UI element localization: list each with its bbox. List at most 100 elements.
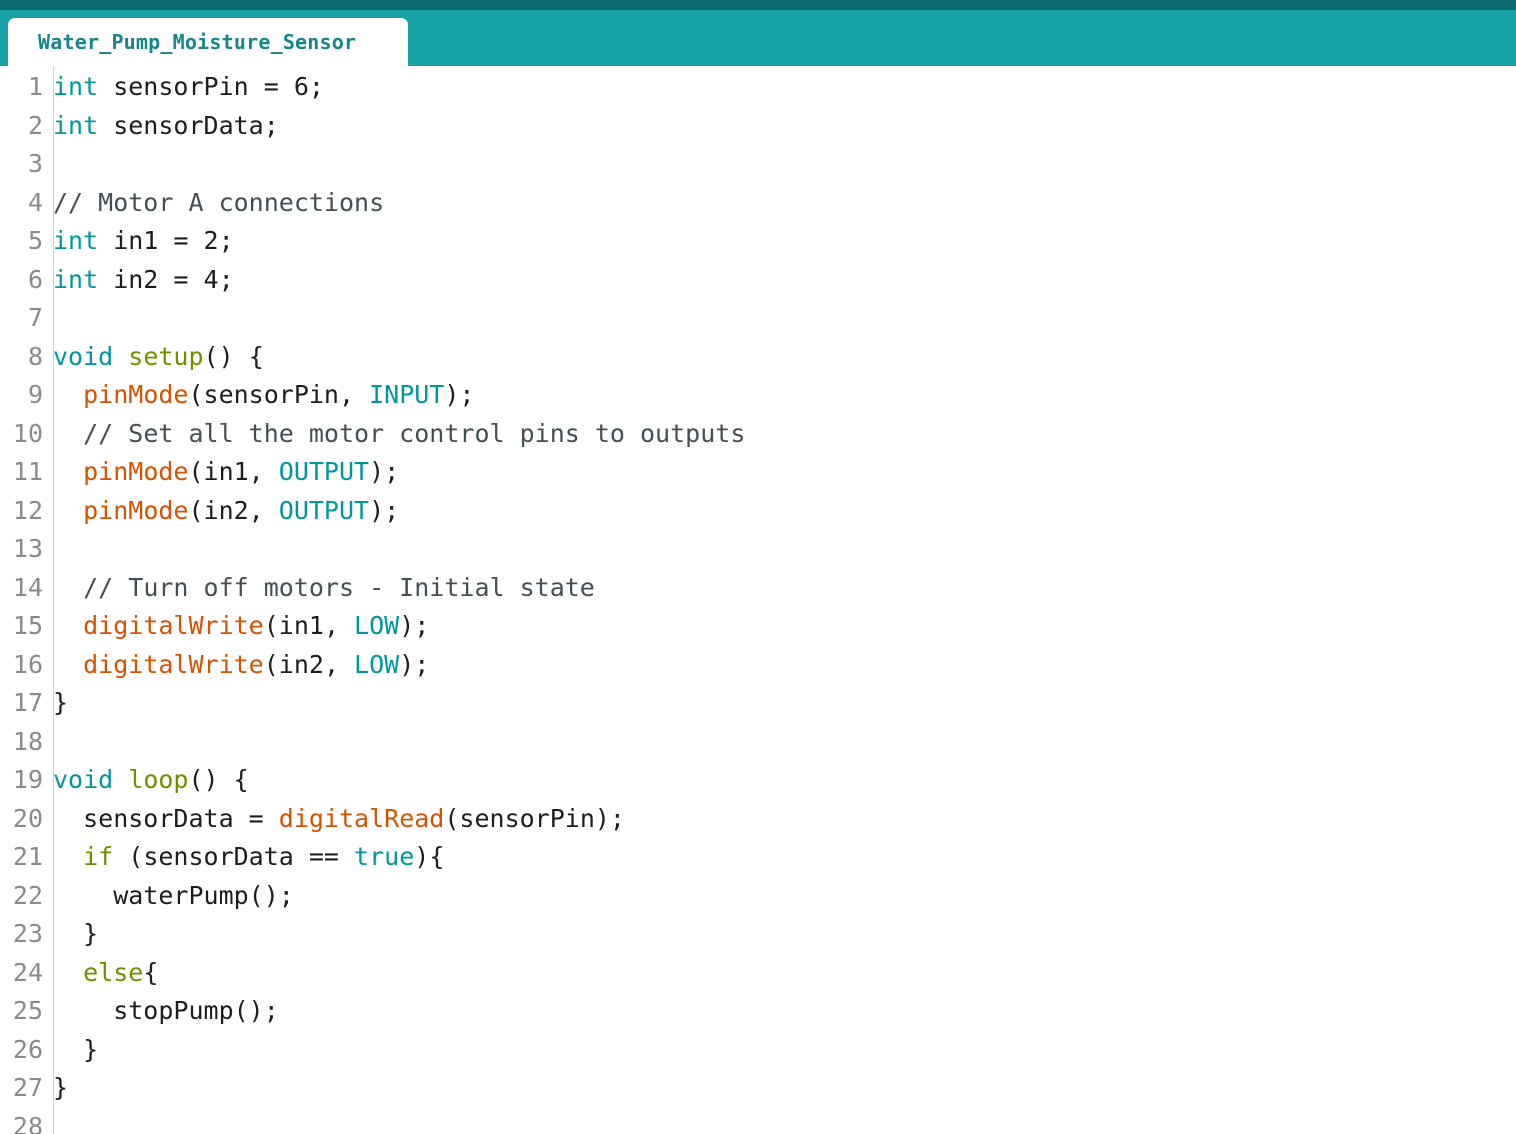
code-line-content: int sensorData; [48,107,279,146]
code-line[interactable]: 22 waterPump(); [0,877,1516,916]
code-line[interactable]: 13 [0,530,1516,569]
code-token: digitalRead [279,804,445,833]
line-number: 7 [0,299,48,338]
code-token: int [53,265,98,294]
code-line[interactable]: 20 sensorData = digitalRead(sensorPin); [0,800,1516,839]
code-token [53,457,83,486]
code-token: int [53,111,98,140]
code-line-content: pinMode(sensorPin, INPUT); [48,376,474,415]
line-number: 18 [0,723,48,762]
code-token: waterPump(); [53,881,294,910]
code-token: ){ [414,842,444,871]
code-line-content: // Set all the motor control pins to out… [48,415,745,454]
code-line[interactable]: 10 // Set all the motor control pins to … [0,415,1516,454]
code-token [53,419,83,448]
code-line[interactable]: 17} [0,684,1516,723]
line-number: 25 [0,992,48,1031]
code-token [53,380,83,409]
code-editor[interactable]: 1int sensorPin = 6;2int sensorData;34// … [0,66,1516,1134]
code-line-content: void loop() { [48,761,249,800]
code-line[interactable]: 7 [0,299,1516,338]
code-line[interactable]: 3 [0,145,1516,184]
code-line[interactable]: 21 if (sensorData == true){ [0,838,1516,877]
code-line[interactable]: 12 pinMode(in2, OUTPUT); [0,492,1516,531]
code-token: ); [369,496,399,525]
code-token: sensorPin = 6; [98,72,324,101]
code-token: } [53,1073,68,1102]
code-token: () { [204,342,264,371]
code-line-content: // Motor A connections [48,184,384,223]
code-token: // Turn off motors - Initial state [83,573,595,602]
code-line[interactable]: 23 } [0,915,1516,954]
code-line[interactable]: 16 digitalWrite(in2, LOW); [0,646,1516,685]
code-token: int [53,226,98,255]
code-line[interactable]: 18 [0,723,1516,762]
line-number: 19 [0,761,48,800]
line-number: 22 [0,877,48,916]
line-number: 4 [0,184,48,223]
code-token: setup [128,342,203,371]
line-number: 23 [0,915,48,954]
code-token: (in2, [264,650,354,679]
code-token: true [354,842,414,871]
code-line[interactable]: 15 digitalWrite(in1, LOW); [0,607,1516,646]
code-line[interactable]: 1int sensorPin = 6; [0,68,1516,107]
code-line[interactable]: 28 [0,1108,1516,1134]
code-token: void [53,765,113,794]
line-number: 9 [0,376,48,415]
code-token: (in1, [188,457,278,486]
code-line[interactable]: 5int in1 = 2; [0,222,1516,261]
code-token [53,496,83,525]
code-line[interactable]: 8void setup() { [0,338,1516,377]
code-line-content: // Turn off motors - Initial state [48,569,595,608]
code-token: digitalWrite [83,650,264,679]
code-line-content: } [48,915,98,954]
code-token [53,650,83,679]
code-line-content: sensorData = digitalRead(sensorPin); [48,800,625,839]
code-token [53,958,83,987]
code-token: (in2, [188,496,278,525]
line-number: 8 [0,338,48,377]
code-line-content: void setup() { [48,338,264,377]
code-token: else [83,958,143,987]
code-line[interactable]: 26 } [0,1031,1516,1070]
code-token: // Motor A connections [53,188,384,217]
line-number: 1 [0,68,48,107]
code-line[interactable]: 27} [0,1069,1516,1108]
code-token: LOW [354,611,399,640]
code-line[interactable]: 9 pinMode(sensorPin, INPUT); [0,376,1516,415]
code-line[interactable]: 2int sensorData; [0,107,1516,146]
code-line-content: digitalWrite(in1, LOW); [48,607,429,646]
code-token [113,765,128,794]
code-line[interactable]: 24 else{ [0,954,1516,993]
code-token: OUTPUT [279,496,369,525]
code-token: pinMode [83,380,188,409]
code-token: (sensorPin, [188,380,369,409]
code-line[interactable]: 6int in2 = 4; [0,261,1516,300]
code-token: LOW [354,650,399,679]
code-token: in2 = 4; [98,265,233,294]
code-line-content: } [48,684,68,723]
line-number: 5 [0,222,48,261]
code-token: sensorData = [53,804,279,833]
code-line[interactable]: 4// Motor A connections [0,184,1516,223]
code-token [53,573,83,602]
code-lines-container: 1int sensorPin = 6;2int sensorData;34// … [0,68,1516,1134]
code-token: int [53,72,98,101]
code-line[interactable]: 11 pinMode(in1, OUTPUT); [0,453,1516,492]
code-token: (sensorPin); [444,804,625,833]
line-number: 6 [0,261,48,300]
code-token: OUTPUT [279,457,369,486]
code-token: } [53,1035,98,1064]
line-number: 17 [0,684,48,723]
code-token: // Set all the motor control pins to out… [83,419,745,448]
code-line[interactable]: 19void loop() { [0,761,1516,800]
code-line[interactable]: 14 // Turn off motors - Initial state [0,569,1516,608]
code-token: pinMode [83,496,188,525]
sketch-tab-water-pump-moisture-sensor[interactable]: Water_Pump_Moisture_Sensor [8,18,408,66]
code-token: if [83,842,113,871]
code-token: ); [399,650,429,679]
code-line[interactable]: 25 stopPump(); [0,992,1516,1031]
line-number: 21 [0,838,48,877]
code-token: digitalWrite [83,611,264,640]
